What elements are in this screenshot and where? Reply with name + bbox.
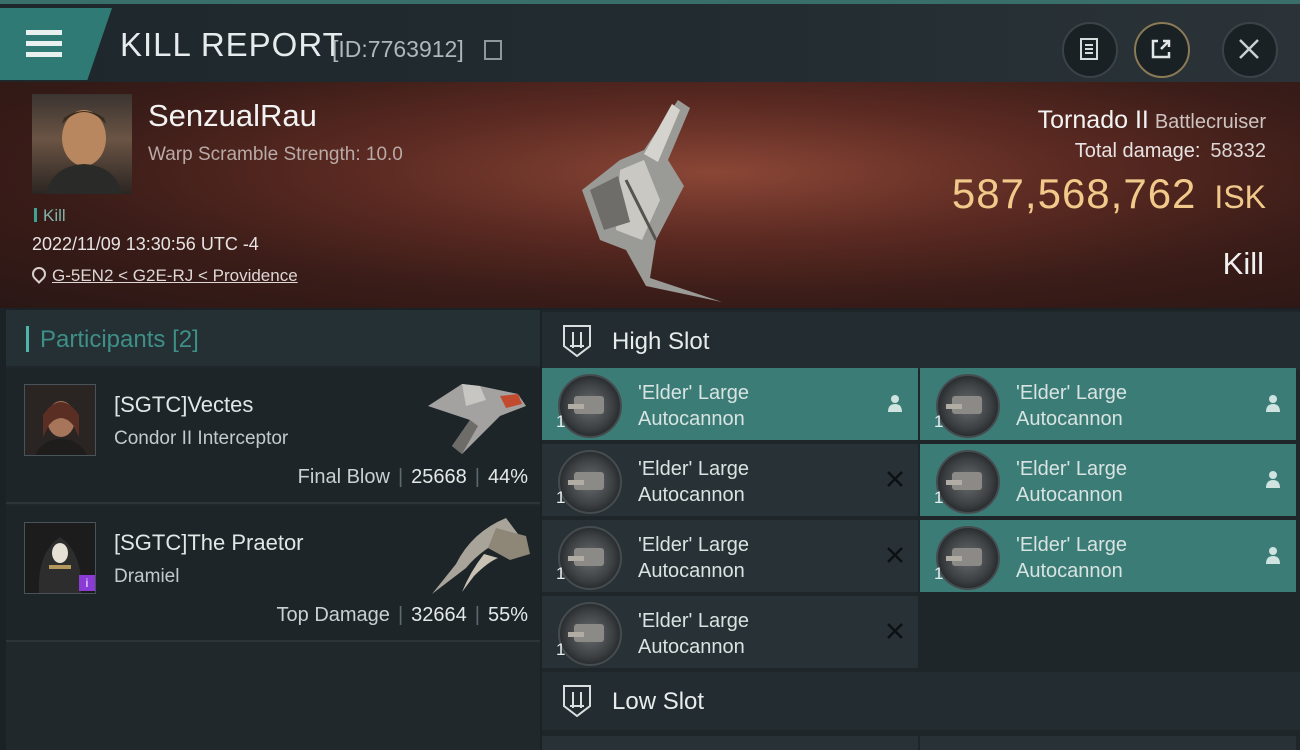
participant-ship[interactable]: Condor II Interceptor: [114, 428, 288, 450]
total-damage-value: 58332: [1210, 140, 1266, 162]
module-slot[interactable]: 1 'Elder' Large Autocannon: [920, 368, 1296, 440]
module-quantity: 1: [934, 412, 944, 431]
share-button[interactable]: [1134, 22, 1190, 78]
autocannon-icon: [936, 526, 1000, 590]
location-pin-icon: [29, 264, 49, 284]
document-button[interactable]: [1062, 22, 1118, 78]
kill-location[interactable]: G-5EN2 < G2E-RJ < Providence: [29, 264, 298, 286]
participant-damage: 32664: [411, 604, 467, 626]
participant-ship[interactable]: Dramiel: [114, 566, 179, 588]
fitted-person-icon: [888, 395, 902, 412]
autocannon-icon: [936, 374, 1000, 438]
participants-panel: Participants [2] [SGTC]Vectes Condor II …: [6, 310, 540, 750]
module-slot[interactable]: 1 'Elder' Large Autocannon: [920, 520, 1296, 592]
autocannon-icon: [558, 602, 622, 666]
kill-tag: Kill: [34, 206, 66, 226]
participant-role: Top Damage: [276, 604, 390, 626]
participant-avatar[interactable]: [24, 384, 96, 456]
victim-avatar[interactable]: [32, 94, 132, 194]
close-button[interactable]: [1222, 22, 1278, 78]
module-name: 'Elder' Large Autocannon: [1016, 458, 1128, 506]
module-slot[interactable]: 1 'Elder' Large Autocannon: [542, 520, 918, 592]
isk-value: 587,568,762 ISK: [952, 170, 1266, 218]
module-name: 'Elder' Large Autocannon: [638, 382, 750, 430]
participant-percent: 44%: [487, 466, 528, 488]
participants-header: Participants [2]: [6, 310, 540, 366]
module-quantity: 1: [934, 564, 944, 583]
destroyed-x-icon: [887, 471, 903, 487]
low-slot-icon: [563, 685, 591, 718]
header-bar: KILL REPORT [ID:7763912]: [0, 4, 1300, 82]
module-slot[interactable]: 1 'Elder' Large Autocannon: [542, 444, 918, 516]
participants-count: [2]: [172, 326, 199, 353]
menu-button[interactable]: [0, 8, 112, 80]
total-damage-label: Total damage:: [1074, 140, 1201, 162]
low-slot-header: Low Slot: [542, 672, 1300, 730]
participants-label: Participants: [40, 326, 166, 353]
participant-avatar[interactable]: i: [24, 522, 96, 594]
info-badge-icon[interactable]: i: [79, 575, 95, 591]
participant-ship-image: [428, 384, 526, 454]
module-slot[interactable]: 1 'Elder' Large Autocannon: [542, 596, 918, 668]
participant-percent: 55%: [487, 604, 528, 626]
document-icon: [1080, 38, 1098, 60]
close-icon: [1239, 39, 1259, 59]
hamburger-icon: [26, 30, 62, 58]
module-slot[interactable]: 1 'Elder' Large Autocannon: [542, 368, 918, 440]
warp-scramble-strength: Warp Scramble Strength: 10.0: [148, 144, 403, 165]
participant-damage: 25668: [411, 466, 467, 488]
victim-ship: Tornado II Battlecruiser: [1038, 106, 1266, 135]
page-title: KILL REPORT: [120, 26, 344, 63]
victim-ship-image: [582, 100, 722, 302]
report-id: [ID:7763912]: [332, 36, 464, 62]
victim-name[interactable]: SenzualRau: [148, 98, 317, 134]
victim-banner: SenzualRau Warp Scramble Strength: 10.0 …: [0, 82, 1300, 308]
destroyed-x-icon: [887, 623, 903, 639]
participant-stats: Top Damage | 32664 | 55%: [276, 604, 528, 626]
module-name: 'Elder' Large Autocannon: [638, 534, 750, 582]
isk-unit: ISK: [1214, 179, 1266, 215]
autocannon-icon: [936, 450, 1000, 514]
low-slot-title: Low Slot: [612, 688, 705, 715]
fitted-person-icon: [1266, 471, 1280, 488]
participant-role: Final Blow: [297, 466, 390, 488]
module-slot[interactable]: 1 'Elder' Large Autocannon: [920, 444, 1296, 516]
participant-row[interactable]: [SGTC]Vectes Condor II Interceptor Final…: [6, 368, 540, 504]
share-icon: [1151, 39, 1171, 59]
module-quantity: 1: [556, 488, 566, 507]
fitted-person-icon: [1266, 395, 1280, 412]
participant-row[interactable]: i [SGTC]The Praetor Dramiel Top Damage | 3…: [6, 506, 540, 642]
module-slot-partial[interactable]: [920, 736, 1296, 750]
autocannon-icon: [558, 450, 622, 514]
autocannon-icon: [558, 374, 622, 438]
total-damage: Total damage: 58332: [1075, 140, 1266, 163]
location-link[interactable]: G-5EN2 < G2E-RJ < Providence: [52, 266, 298, 285]
module-slot-partial[interactable]: [542, 736, 918, 750]
isk-amount: 587,568,762: [951, 170, 1197, 217]
fitting-panel: High Slot 1 'Elder' Large Autocannon 1 '…: [542, 310, 1300, 750]
module-name: 'Elder' Large Autocannon: [638, 458, 750, 506]
module-quantity: 1: [934, 488, 944, 507]
participant-name[interactable]: [SGTC]The Praetor: [114, 530, 304, 556]
autocannon-icon: [558, 526, 622, 590]
module-quantity: 1: [556, 564, 566, 583]
destroyed-x-icon: [887, 547, 903, 563]
participant-ship-image: [432, 518, 530, 594]
participant-name[interactable]: [SGTC]Vectes: [114, 392, 253, 418]
module-name: 'Elder' Large Autocannon: [638, 610, 750, 658]
ship-class: Battlecruiser: [1154, 111, 1266, 133]
ship-name[interactable]: Tornado II: [1038, 106, 1149, 134]
module-name: 'Elder' Large Autocannon: [1016, 382, 1128, 430]
high-slot-icon: [563, 325, 591, 358]
kill-result: Kill: [1222, 246, 1264, 281]
module-quantity: 1: [556, 640, 566, 659]
module-name: 'Elder' Large Autocannon: [1016, 534, 1128, 582]
participant-stats: Final Blow | 25668 | 44%: [297, 466, 528, 488]
copy-icon[interactable]: [484, 40, 502, 60]
kill-datetime: 2022/11/09 13:30:56 UTC -4: [32, 234, 259, 254]
module-quantity: 1: [556, 412, 566, 431]
fitted-person-icon: [1266, 547, 1280, 564]
high-slot-title: High Slot: [612, 328, 710, 355]
high-slot-header: High Slot: [542, 312, 1300, 370]
